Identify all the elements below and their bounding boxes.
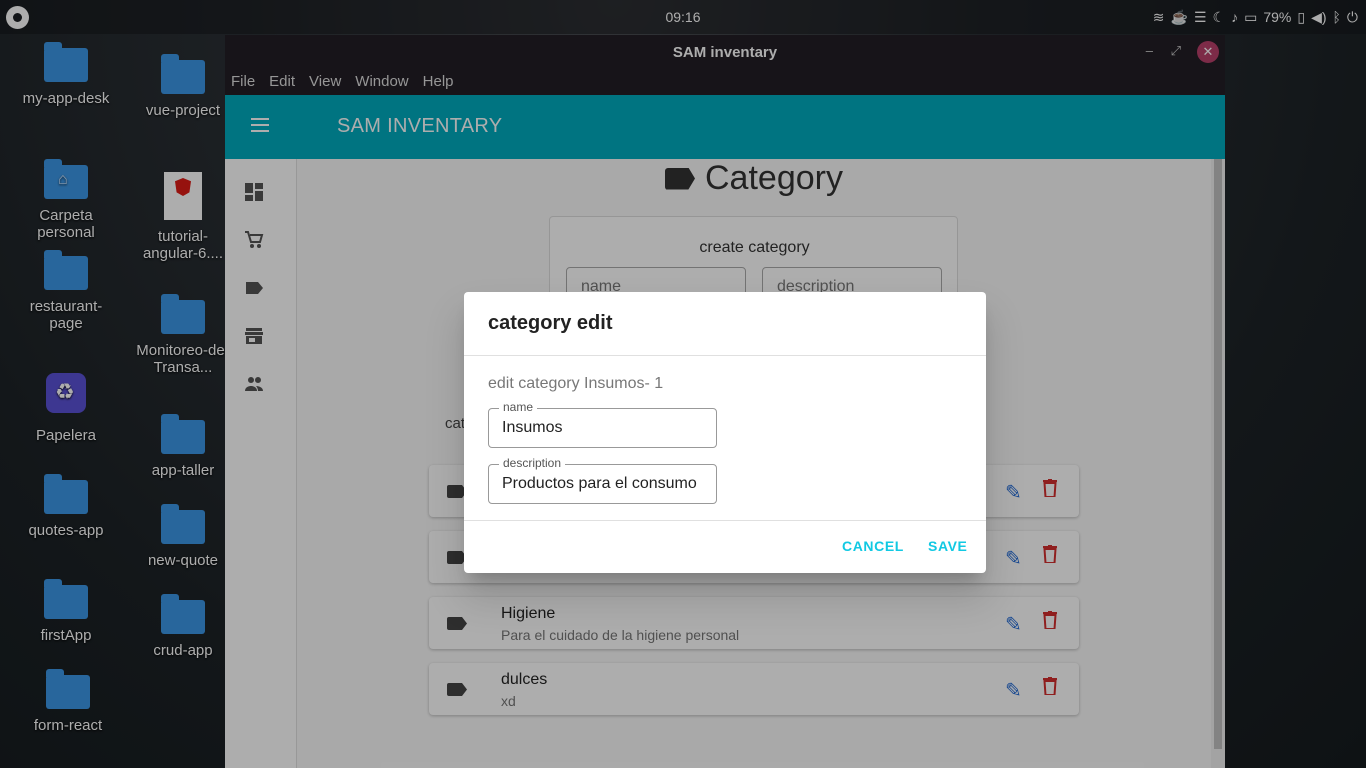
description-field-value[interactable]: Productos para el consumo [502, 475, 712, 493]
name-field-label: name [499, 400, 538, 414]
divider [464, 520, 986, 521]
cancel-button[interactable]: CANCEL [842, 538, 904, 554]
divider [464, 355, 986, 356]
description-field[interactable]: description Productos para el consumo [488, 456, 717, 504]
save-button[interactable]: SAVE [928, 538, 968, 554]
category-edit-dialog: category edit edit category Insumos- 1 n… [464, 292, 986, 573]
dialog-subtitle: edit category Insumos- 1 [488, 375, 664, 392]
name-field[interactable]: name Insumos [488, 400, 717, 448]
name-field-value[interactable]: Insumos [502, 419, 712, 437]
dialog-title: category edit [488, 312, 613, 334]
description-field-label: description [499, 456, 566, 470]
